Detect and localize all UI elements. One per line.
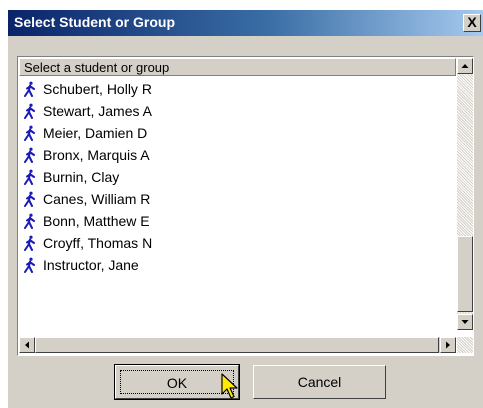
scroll-down-button[interactable]: [457, 314, 473, 330]
list-item[interactable]: Burnin, Clay: [18, 166, 456, 188]
list-item-label: Schubert, Holly R: [43, 81, 152, 97]
list-item-label: Instructor, Jane: [43, 257, 139, 273]
cancel-button[interactable]: Cancel: [253, 365, 386, 399]
list-item-label: Croyff, Thomas N: [43, 235, 153, 251]
list-item[interactable]: Instructor, Jane: [18, 254, 456, 276]
list-item[interactable]: Meier, Damien D: [18, 122, 456, 144]
list-header-label: Select a student or group: [24, 60, 170, 75]
student-figure-icon: [24, 125, 35, 141]
scrollbar-corner: [457, 337, 473, 353]
horizontal-scroll-thumb[interactable]: [35, 337, 439, 353]
list-item-label: Bonn, Matthew E: [43, 213, 150, 229]
student-figure-icon: [24, 103, 35, 119]
student-figure-icon: [24, 257, 35, 273]
close-icon: X: [467, 14, 477, 30]
arrow-left-icon: [25, 341, 29, 349]
title-bar[interactable]: Select Student or Group: [8, 10, 483, 36]
vertical-scrollbar[interactable]: [457, 58, 473, 330]
arrow-up-icon: [461, 64, 469, 68]
list-item[interactable]: Canes, William R: [18, 188, 456, 210]
list-item[interactable]: Schubert, Holly R: [18, 78, 456, 100]
list-items: Schubert, Holly R Stewart, James A Meier…: [18, 78, 456, 276]
dialog-title: Select Student or Group: [14, 14, 176, 30]
list-item[interactable]: Bronx, Marquis A: [18, 144, 456, 166]
arrow-down-icon: [461, 320, 469, 324]
scroll-left-button[interactable]: [19, 337, 35, 353]
horizontal-scrollbar[interactable]: [19, 337, 456, 353]
list-item-label: Meier, Damien D: [43, 125, 148, 141]
mouse-pointer-icon: [221, 373, 238, 399]
close-button[interactable]: X: [463, 14, 481, 32]
vertical-scroll-thumb[interactable]: [457, 236, 473, 312]
list-item-label: Burnin, Clay: [43, 169, 120, 185]
list-item[interactable]: Croyff, Thomas N: [18, 232, 456, 254]
list-item-label: Bronx, Marquis A: [43, 147, 150, 163]
student-figure-icon: [24, 191, 35, 207]
student-figure-icon: [24, 235, 35, 251]
list-column-header[interactable]: Select a student or group: [19, 58, 456, 76]
list-item-label: Canes, William R: [43, 191, 151, 207]
arrow-right-icon: [446, 341, 450, 349]
select-student-dialog: Select Student or Group X Select a stude…: [8, 10, 483, 408]
student-list[interactable]: Select a student or group Schubert, Holl…: [17, 56, 474, 356]
list-item[interactable]: Stewart, James A: [18, 100, 456, 122]
list-item-label: Stewart, James A: [43, 103, 152, 119]
ok-button-label: OK: [120, 370, 234, 394]
list-item[interactable]: Bonn, Matthew E: [18, 210, 456, 232]
student-figure-icon: [24, 81, 35, 97]
scroll-right-button[interactable]: [440, 337, 456, 353]
student-figure-icon: [24, 213, 35, 229]
scroll-up-button[interactable]: [457, 58, 473, 74]
student-figure-icon: [24, 147, 35, 163]
student-figure-icon: [24, 169, 35, 185]
